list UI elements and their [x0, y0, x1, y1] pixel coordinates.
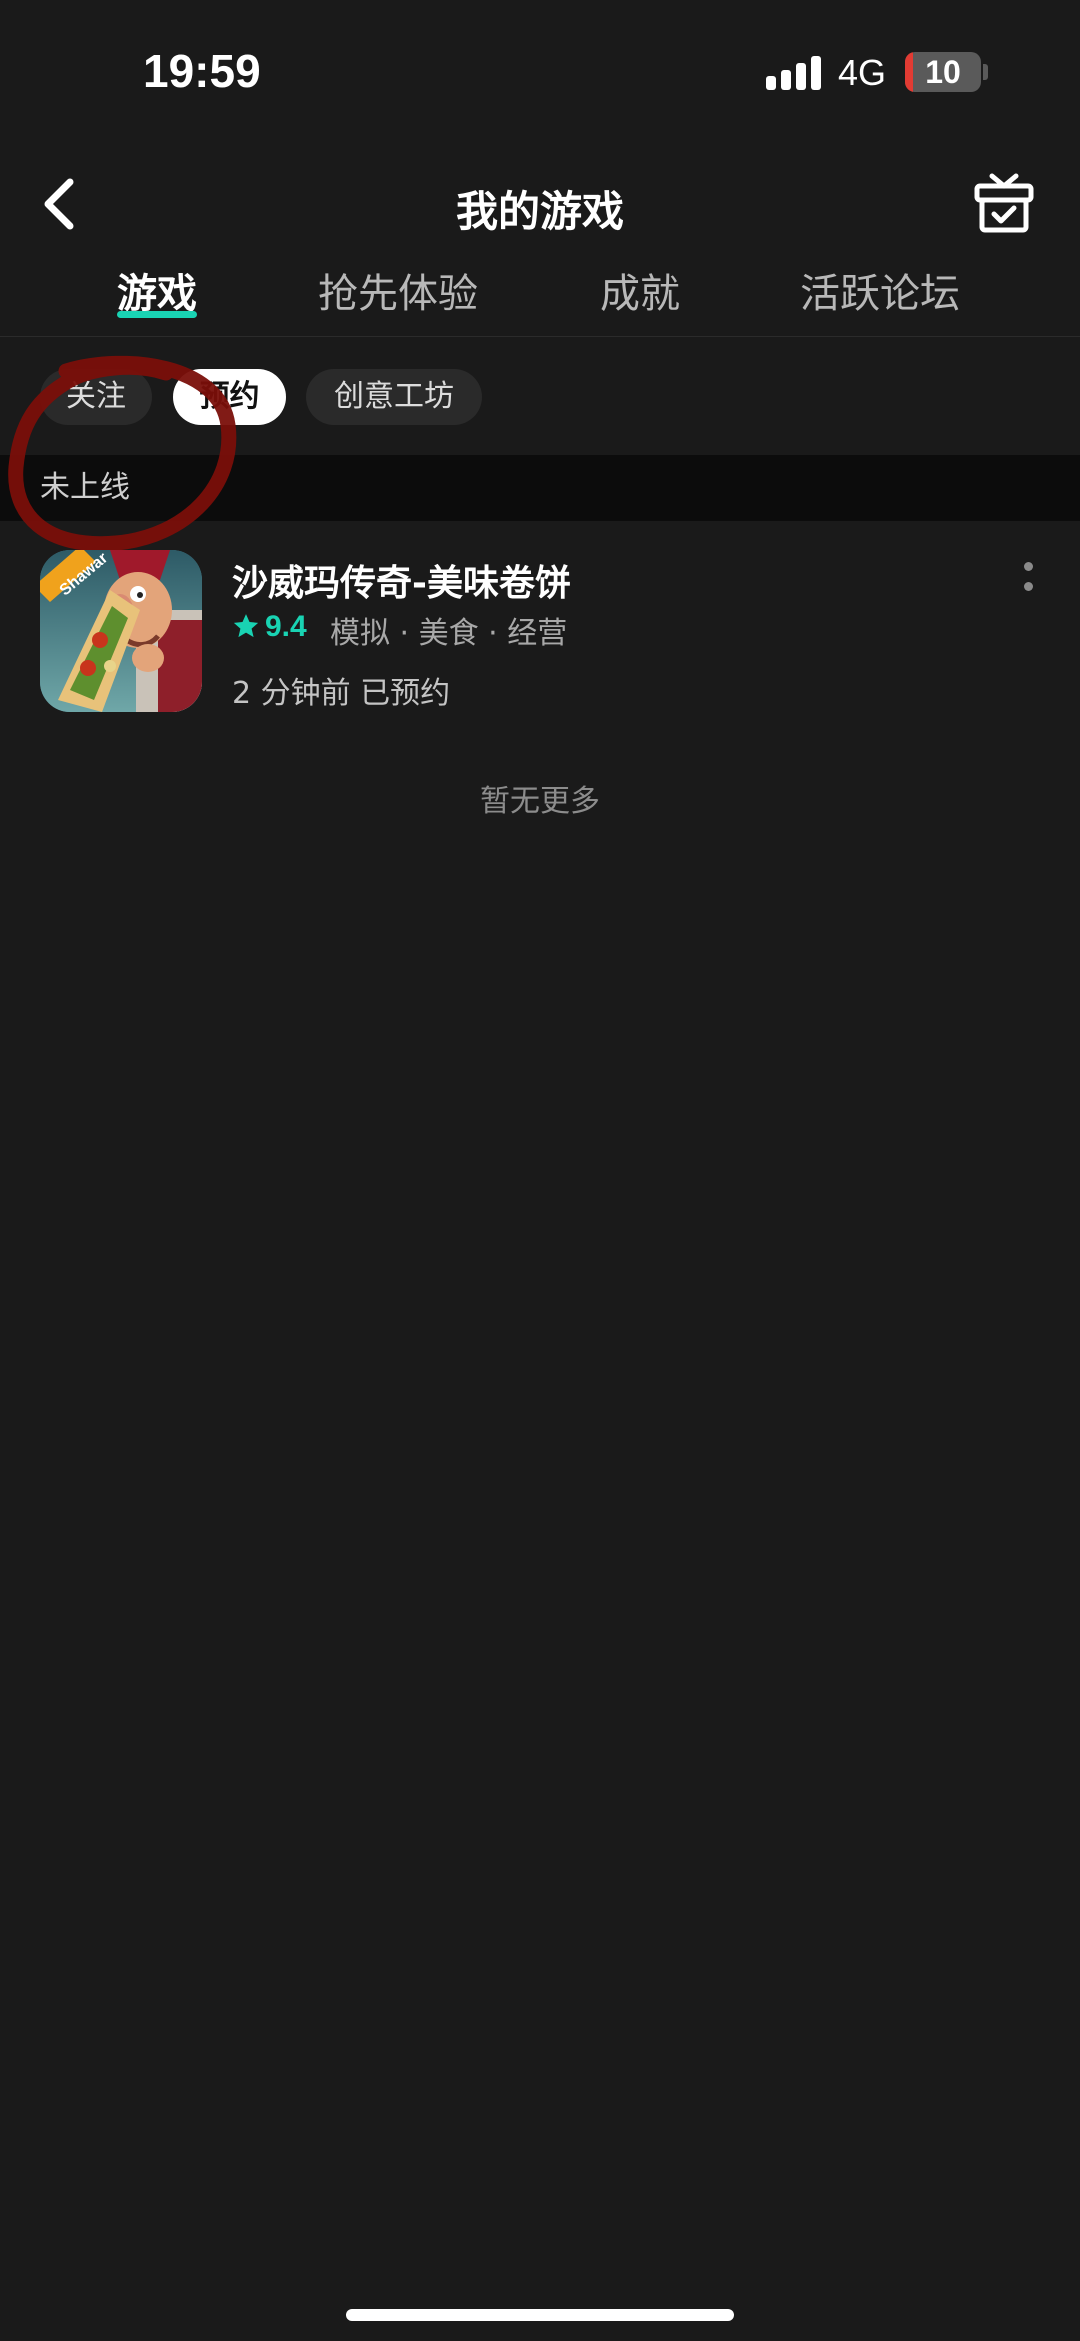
network-type: 4G: [838, 52, 887, 93]
game-icon[interactable]: Shawar: [40, 550, 202, 712]
star-icon: [233, 614, 259, 638]
home-indicator[interactable]: [346, 2309, 734, 2321]
chip-reserved[interactable]: 预约: [173, 369, 286, 425]
battery-cap: [983, 64, 988, 80]
signal-icon: [766, 56, 822, 90]
more-options-icon[interactable]: [1018, 558, 1038, 608]
rating-value: 9.4: [265, 610, 307, 643]
nav-bar: 我的游戏: [0, 160, 1080, 250]
reservation-status: 2 分钟前 已预约: [232, 676, 451, 711]
game-title[interactable]: 沙威玛传奇-美味卷饼: [232, 554, 571, 606]
status-bar: 19:59 4G 10: [0, 0, 1080, 150]
battery-percent: 10: [925, 54, 961, 90]
no-more-text: 暂无更多: [480, 784, 600, 819]
tab-early-access[interactable]: 抢先体验: [318, 261, 478, 319]
chip-workshop[interactable]: 创意工坊: [306, 369, 482, 425]
status-time: 19:59: [143, 45, 261, 97]
game-tags: 模拟 · 美食 · 经营: [330, 616, 568, 651]
tab-forum[interactable]: 活跃论坛: [800, 261, 960, 319]
battery-icon: 10: [905, 52, 981, 92]
page-title: 我的游戏: [455, 187, 624, 236]
game-list-item[interactable]: Shawar 沙威玛传奇-美味卷饼 9.4 模拟 · 美食 · 经营 2 分钟前…: [0, 540, 1080, 730]
tab-active-indicator: [117, 311, 197, 318]
chip-follow[interactable]: 关注: [40, 369, 152, 425]
section-header-unreleased: 未上线: [0, 455, 1080, 521]
tab-bar: 游戏 抢先体验 成就 活跃论坛: [0, 255, 1080, 337]
tab-achievements[interactable]: 成就: [600, 261, 680, 319]
gift-box-icon[interactable]: [972, 170, 1036, 234]
